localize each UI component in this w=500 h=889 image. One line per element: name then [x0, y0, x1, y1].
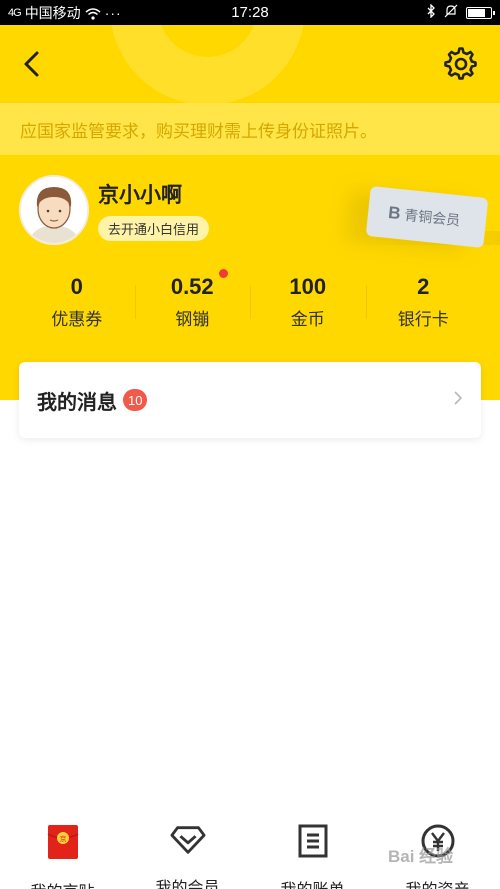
nav-my-membership[interactable]: 我的会员: [125, 820, 250, 889]
user-name: 京小小啊: [98, 184, 182, 207]
decorative-circle: [110, 25, 305, 105]
new-indicator-dot: [218, 269, 228, 278]
my-messages-row[interactable]: 我的消息 10: [19, 362, 481, 438]
carrier-name: 中国移动: [24, 4, 81, 21]
more-status-icon: ···: [104, 4, 122, 21]
red-envelope-icon: 京: [45, 824, 81, 860]
avatar-illustration: [21, 177, 87, 243]
stat-value: 100: [289, 274, 327, 299]
avatar[interactable]: [19, 175, 89, 245]
stat-label: 钢镚: [175, 310, 210, 329]
member-level-icon: B: [387, 202, 402, 224]
stat-coins-gangbeng[interactable]: 0.52 钢镚: [134, 269, 251, 333]
messages-title: 我的消息: [37, 391, 117, 414]
baidu-watermark: Bai 经验: [388, 847, 454, 866]
stat-bank-cards[interactable]: 2 银行卡: [365, 273, 482, 333]
nav-my-bills[interactable]: 我的账单: [250, 820, 375, 889]
bluetooth-icon: [426, 3, 436, 21]
stat-value: 2: [417, 274, 430, 299]
nav-label: 我的会员: [155, 880, 220, 889]
stats-row: 0 优惠券 0.52 钢镚 100 金币 2 银行卡: [19, 269, 482, 333]
nav-label: 我的账单: [280, 876, 344, 889]
back-button[interactable]: [14, 47, 48, 81]
member-level-label: 青铜会员: [403, 206, 461, 229]
stat-value: 0: [70, 274, 83, 299]
gear-icon: [444, 47, 477, 80]
svg-text:京: 京: [59, 834, 66, 843]
account-header: 应国家监管要求，购买理财需上传身份证照片。 京小小啊 去开通小白信用 B 青铜会…: [0, 25, 500, 400]
bill-icon: [295, 824, 331, 858]
unread-count-badge: 10: [123, 389, 148, 411]
mute-icon: [444, 4, 458, 21]
chevron-left-icon: [24, 51, 39, 77]
regulation-notice: 应国家监管要求，购买理财需上传身份证照片。: [0, 103, 500, 155]
settings-button[interactable]: [442, 45, 480, 83]
diamond-icon: [169, 824, 206, 856]
chevron-right-icon: [453, 390, 463, 411]
wifi-icon: [85, 7, 101, 20]
nav-label: 我的资产: [405, 876, 469, 889]
stat-label: 优惠券: [51, 310, 103, 329]
stat-coupons[interactable]: 0 优惠券: [19, 273, 135, 333]
battery-icon: [466, 6, 495, 19]
signal-indicator: 4G: [8, 6, 22, 19]
nav-label: 我的京贴: [30, 878, 94, 889]
stat-label: 银行卡: [397, 310, 449, 329]
status-bar: 4G 中国移动 ··· 17:28: [0, 0, 500, 25]
stat-gold-coins[interactable]: 100 金币: [250, 273, 366, 333]
nav-my-jingtie[interactable]: 京 我的京贴: [0, 820, 125, 889]
stat-value: 0.52: [170, 274, 214, 299]
stat-label: 金币: [290, 310, 325, 329]
open-credit-button[interactable]: 去开通小白信用: [98, 216, 210, 241]
